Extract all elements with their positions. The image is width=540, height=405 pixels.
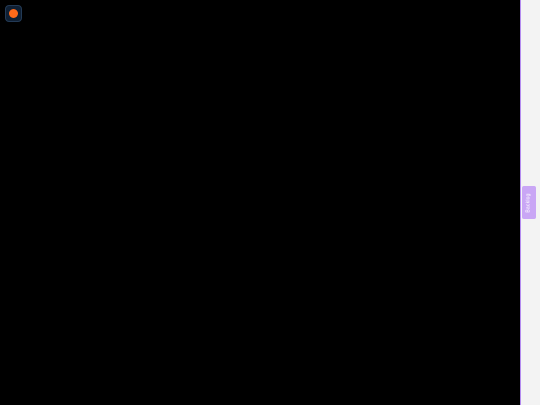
record-dot-icon <box>9 9 18 18</box>
record-button[interactable] <box>5 5 22 22</box>
side-tab[interactable]: Backlog <box>522 186 536 219</box>
side-tab-label: Backlog <box>526 192 533 213</box>
main-canvas[interactable] <box>0 0 521 405</box>
app-window: Backlog <box>0 0 540 405</box>
